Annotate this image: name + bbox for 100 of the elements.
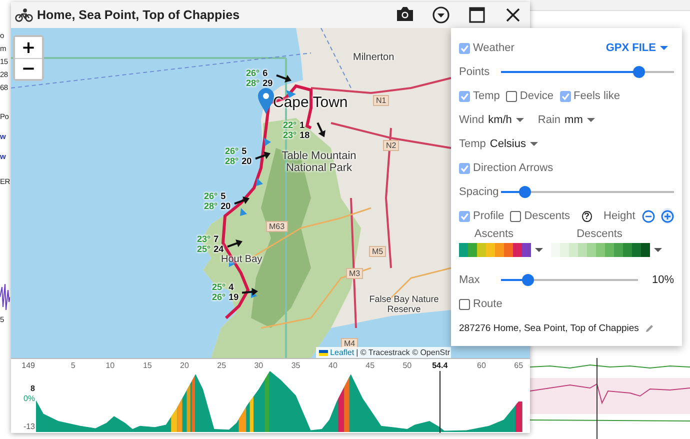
gust-label: 24 [214, 244, 224, 254]
axis-label: 60 [477, 361, 486, 370]
axis-label: 65 [514, 361, 524, 370]
feels-like-label: 28° [225, 156, 239, 166]
axis-label: 10 [106, 361, 115, 370]
checkbox[interactable] [459, 298, 470, 310]
road-label: M63 [266, 221, 288, 232]
road-label: N2 [383, 140, 400, 151]
temperature-label: 22° [283, 120, 297, 130]
slider-thumb[interactable] [633, 66, 646, 78]
unit-dropdown[interactable]: Wind km/h [459, 114, 524, 126]
axis-label: 45 [366, 361, 375, 370]
road-label: N1 [373, 95, 390, 106]
plus-icon[interactable] [660, 208, 674, 224]
waveform-drawing [0, 282, 10, 312]
place-label: Milnerton [353, 52, 394, 63]
feels-like-label: 28° [246, 78, 260, 88]
height-label: Height [604, 210, 636, 222]
place-label: False Bay Nature Reserve [368, 294, 440, 314]
map-pin-icon [257, 87, 275, 115]
checkbox[interactable] [459, 162, 470, 174]
caret-icon [586, 118, 595, 122]
caret-icon[interactable] [535, 248, 543, 252]
wind-speed-label: 5 [220, 191, 227, 201]
route-name: 287276 Home, Sea Point, Top of Chappies [459, 322, 639, 334]
temperature-label: 23° [197, 234, 211, 244]
axis-label: 30 [254, 361, 264, 370]
gust-label: 18 [300, 130, 310, 140]
wind-speed-label: 4 [228, 282, 235, 292]
help-button[interactable]: ? [582, 210, 592, 222]
feels-like-label: 28° [204, 201, 218, 211]
slider[interactable] [501, 186, 674, 198]
temperature-label: 25° [212, 282, 226, 292]
bicycle-icon [15, 8, 33, 22]
palette-heading: Descents [576, 228, 624, 240]
gust-label: 20 [220, 201, 231, 211]
checkbox-label[interactable]: Device [520, 90, 554, 102]
pencil-icon[interactable] [644, 324, 654, 332]
checkbox-label[interactable]: Direction Arrows [473, 162, 554, 174]
slider-thumb[interactable] [519, 186, 532, 198]
elevation-reading: 8 [30, 384, 35, 393]
axis-label: -13 [23, 422, 35, 431]
axis-label: 149 [22, 361, 35, 370]
wind-speed-label: 1 [300, 120, 306, 130]
slider-reading: 10% [652, 274, 674, 286]
slider-thumb[interactable] [522, 274, 534, 286]
cursor-reading: 54.4 [432, 361, 448, 370]
wind-speed-label: 7 [214, 234, 220, 244]
wind-speed-label: 6 [262, 68, 269, 78]
axis-label: 5 [70, 361, 76, 370]
palette-heading: Ascents [473, 228, 515, 240]
checkbox-label[interactable]: Feels like [574, 90, 620, 102]
window-title: Home, Sea Point, Top of Chappies [37, 8, 241, 22]
checkbox-label[interactable]: Descents [524, 210, 570, 222]
slider[interactable] [501, 274, 638, 286]
zoom-out-button[interactable]: − [15, 58, 42, 79]
caret-icon [660, 46, 668, 50]
gust-label: 29 [262, 78, 273, 88]
gust-label: 20 [242, 156, 252, 166]
leaflet-link[interactable]: Leaflet [330, 348, 354, 357]
minus-icon[interactable] [641, 208, 655, 224]
axis-label: 50 [402, 361, 412, 370]
checkbox-label[interactable]: Route [473, 298, 502, 310]
park-label: Table Mountain National Park [280, 150, 358, 174]
slider-label: Points [459, 66, 491, 78]
axis-label: 40 [328, 361, 338, 370]
city-label: Cape Town [273, 94, 348, 111]
checkbox[interactable] [560, 90, 571, 102]
axis-label: 25 [217, 361, 226, 370]
slider[interactable] [501, 66, 674, 78]
gust-label: 19 [228, 292, 239, 302]
checkbox[interactable] [459, 90, 470, 102]
axis-label: 15 [142, 361, 152, 370]
feels-like-label: 25° [197, 244, 211, 254]
checkbox-label[interactable]: Profile [473, 210, 504, 222]
attribution-text: | © Tracestrack © OpenStr [356, 348, 450, 357]
checkbox-label[interactable]: Weather [473, 42, 514, 54]
color-scale[interactable] [459, 243, 531, 257]
unit-dropdown[interactable]: Rain mm [538, 114, 595, 126]
grade-reading: 0% [23, 394, 35, 403]
unit-dropdown[interactable]: Temp Celsius [459, 138, 538, 150]
file-menu-button[interactable]: GPX FILE [606, 42, 674, 54]
color-scale[interactable] [551, 243, 650, 257]
wind-speed-label: 5 [242, 146, 248, 156]
caret-icon [516, 118, 524, 122]
cursor-line [438, 371, 441, 433]
temperature-label: 26° [246, 68, 260, 78]
checkbox[interactable] [510, 210, 522, 222]
checkbox-label[interactable]: Temp [473, 90, 500, 102]
checkbox[interactable] [459, 210, 470, 222]
axis-label: 35 [291, 361, 300, 370]
checkbox[interactable] [459, 42, 470, 54]
axis-label: 20 [180, 361, 189, 370]
road-label: M3 [346, 268, 364, 279]
feels-like-label: 23° [283, 130, 297, 140]
caret-icon[interactable] [654, 248, 662, 252]
caret-icon [530, 142, 538, 146]
road-label: M5 [369, 246, 386, 257]
temperature-label: 26° [225, 146, 239, 156]
checkbox[interactable] [506, 90, 517, 102]
